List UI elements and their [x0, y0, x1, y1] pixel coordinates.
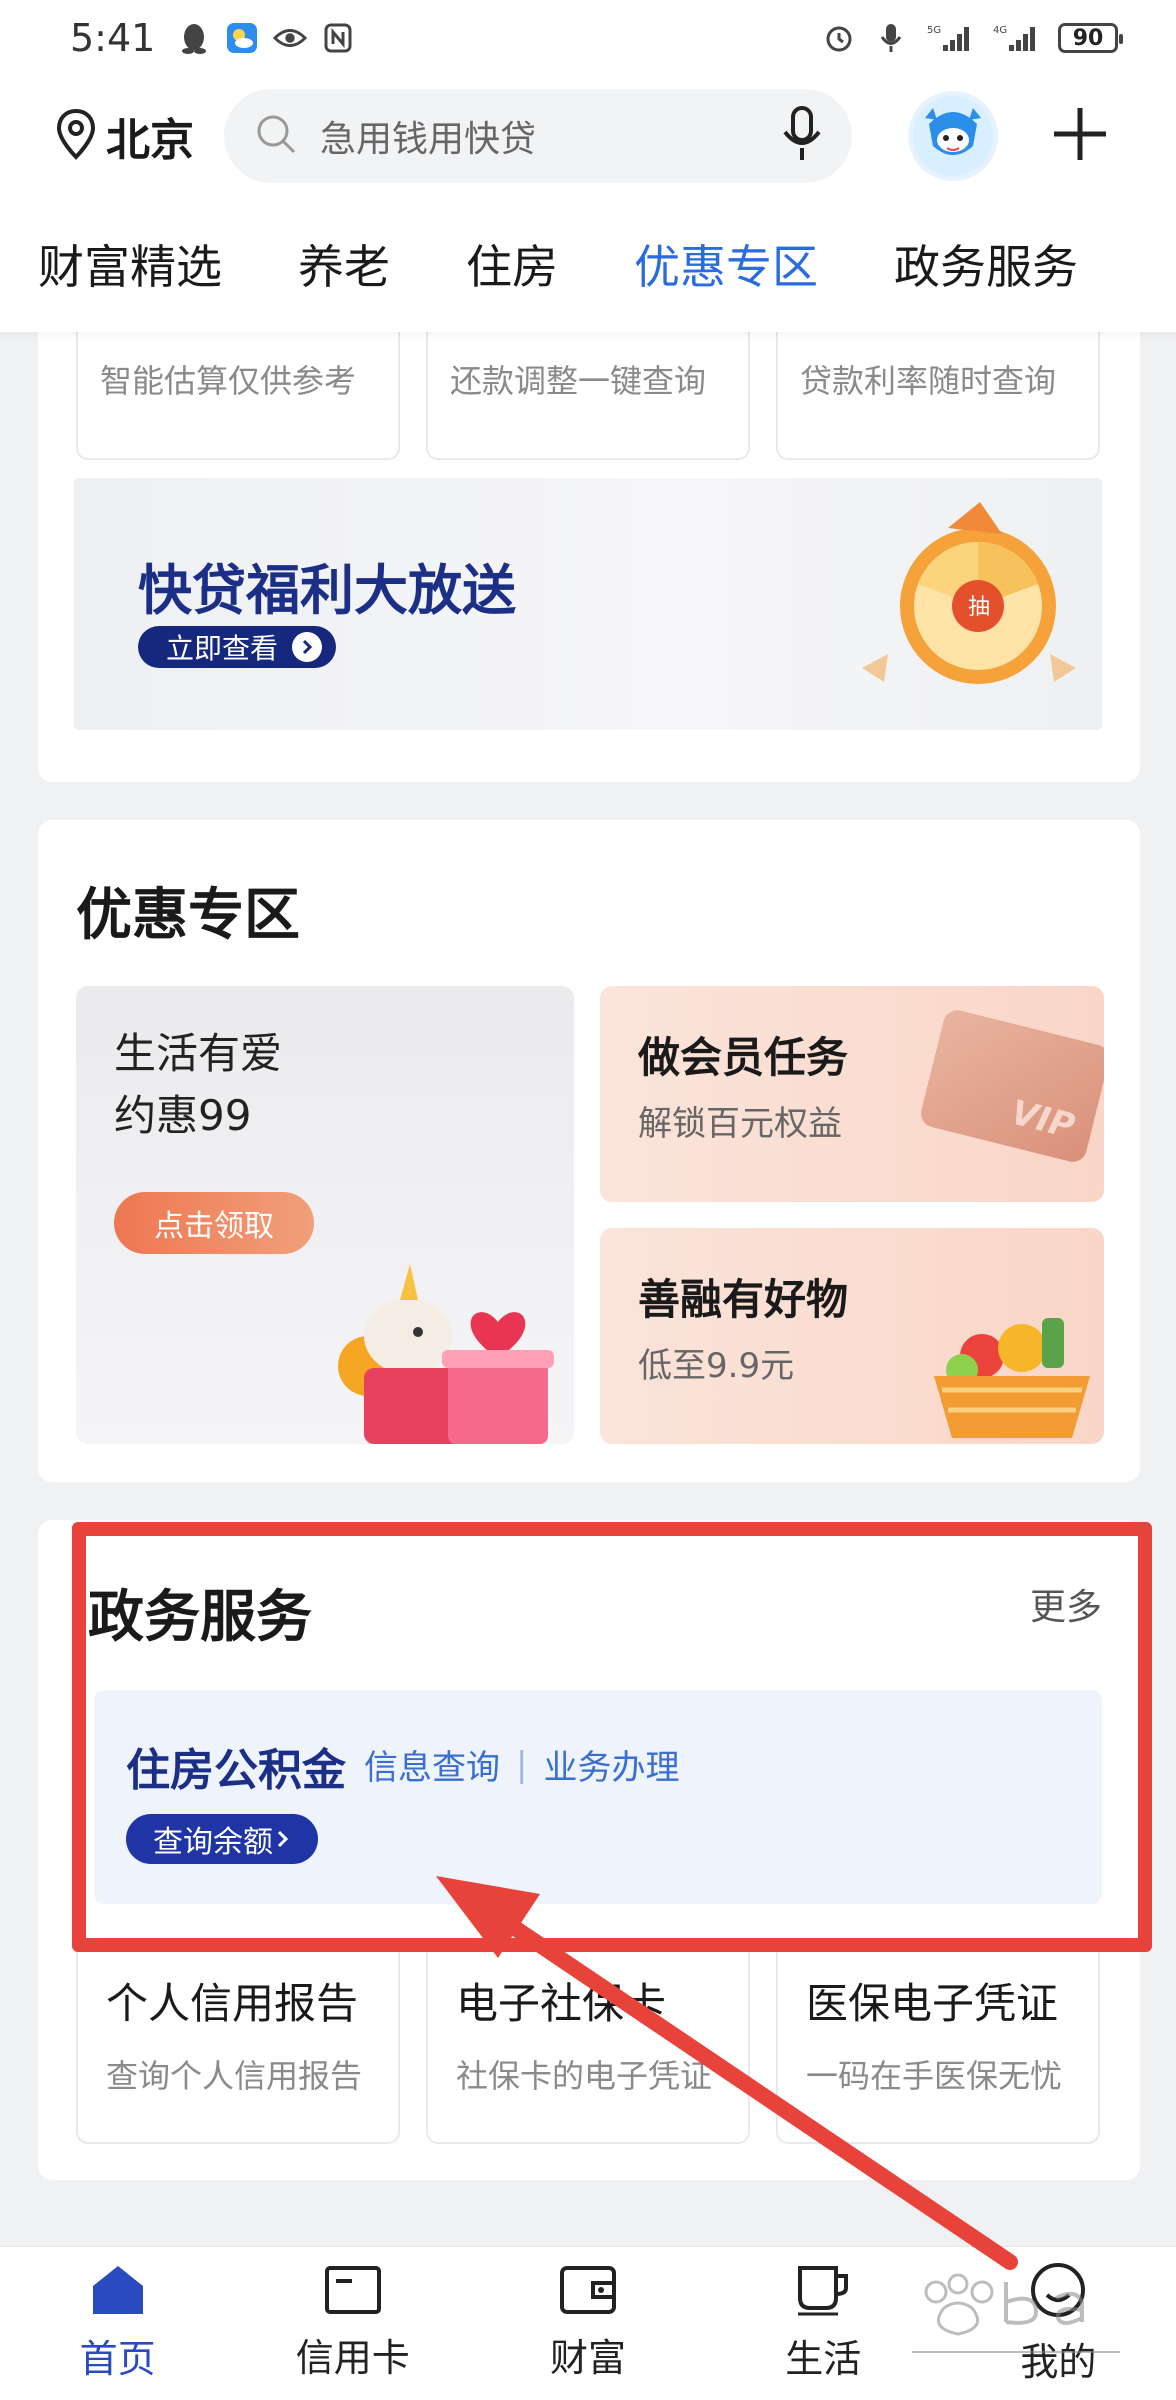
- location-selector[interactable]: 北京: [56, 104, 194, 168]
- category-tabs: 财富精选 养老 住房 优惠专区 政务服务: [0, 196, 1176, 332]
- shop-goods-title: 善融有好物: [638, 1275, 849, 1324]
- chevron-right-icon: [292, 632, 323, 662]
- vip-card-icon: VIP: [918, 1007, 1104, 1165]
- header: 北京 急用钱用快贷: [0, 76, 1176, 196]
- status-bar: 5:41 5G 4G 90: [0, 0, 1176, 76]
- gov-section-title: 政务服务: [88, 1585, 312, 1650]
- status-time: 5:41: [70, 16, 156, 60]
- member-task-subtitle: 解锁百元权益: [638, 1104, 842, 1144]
- credit-report-subtitle: 查询个人信用报告: [106, 2057, 363, 2095]
- medical-insurance-tile[interactable]: 医保电子凭证 一码在手医保无忧: [776, 1940, 1100, 2144]
- banner-title: 快贷福利大放送: [138, 559, 516, 622]
- member-task-card[interactable]: 做会员任务 解锁百元权益 VIP: [600, 986, 1104, 1202]
- loan-tile-label: 贷款利率随时查询: [800, 362, 1057, 400]
- nav-credit-card-label: 信用卡: [295, 2336, 410, 2380]
- nfc-icon: [321, 21, 355, 55]
- shop-goods-subtitle: 低至9.9元: [638, 1346, 795, 1386]
- location-text: 北京: [106, 115, 194, 166]
- wallet-icon: [559, 2265, 617, 2319]
- search-icon: [254, 112, 298, 160]
- battery-icon: 90: [1058, 23, 1123, 53]
- loan-card: 智能估算仅供参考 还款调整一键查询 贷款利率随时查询 快贷福利大放送 立即查看 …: [38, 310, 1140, 782]
- add-button[interactable]: [1050, 106, 1110, 166]
- credit-report-tile[interactable]: 个人信用报告 查询个人信用报告: [76, 1940, 400, 2144]
- claim-button[interactable]: 点击领取: [114, 1192, 314, 1254]
- nav-credit-card[interactable]: 信用卡: [235, 2247, 470, 2400]
- shop-goods-card[interactable]: 善融有好物 低至9.9元: [600, 1228, 1104, 1444]
- baidu-watermark-icon: [912, 2273, 1120, 2353]
- tab-housing[interactable]: 住房: [466, 231, 558, 297]
- signal-4g-icon: 4G: [992, 21, 1040, 55]
- tab-promotions[interactable]: 优惠专区: [634, 231, 818, 297]
- eye-icon: [273, 21, 308, 55]
- social-security-subtitle: 社保卡的电子凭证: [456, 2057, 713, 2095]
- lucky-wheel-icon: 抽: [862, 502, 1076, 684]
- medical-insurance-subtitle: 一码在手医保无忧: [806, 2057, 1063, 2095]
- shopping-basket-icon: [934, 1318, 1090, 1438]
- loan-tile-repay[interactable]: 还款调整一键查询: [426, 310, 750, 460]
- nav-home-label: 首页: [79, 2337, 156, 2381]
- svg-text:4G: 4G: [993, 25, 1007, 36]
- promo-section: 优惠专区 生活有爱 约惠99 点击领取 做会员任务 解锁百元权益 VIP 善融有…: [38, 820, 1140, 1482]
- info-query-link[interactable]: 信息查询: [364, 1740, 500, 1789]
- check-balance-button[interactable]: 查询余额: [126, 1814, 318, 1864]
- nav-life-label: 生活: [785, 2337, 862, 2381]
- loan-tile-rate[interactable]: 贷款利率随时查询: [776, 310, 1100, 460]
- more-link[interactable]: 更多: [1030, 1578, 1102, 1630]
- unicorn-gift-icon: [338, 1264, 554, 1444]
- svg-text:5G: 5G: [927, 25, 941, 36]
- home-icon: [89, 2264, 147, 2320]
- promo-life-subtitle: 约惠99: [114, 1091, 252, 1140]
- alarm-icon: [822, 21, 856, 55]
- housing-fund-title: 住房公积金: [126, 1745, 346, 1796]
- link-separator: |: [516, 1744, 528, 1785]
- tab-pension[interactable]: 养老: [298, 231, 390, 297]
- social-security-card-tile[interactable]: 电子社保卡 社保卡的电子凭证: [426, 1940, 750, 2144]
- tab-gov-services[interactable]: 政务服务: [894, 231, 1078, 297]
- mic-icon: [874, 21, 908, 55]
- nav-wealth[interactable]: 财富: [470, 2247, 705, 2400]
- credit-card-icon: [324, 2265, 382, 2319]
- promo-life-title: 生活有爱: [114, 1029, 283, 1078]
- promo-life-card[interactable]: 生活有爱 约惠99 点击领取: [76, 986, 574, 1444]
- member-task-title: 做会员任务: [638, 1033, 849, 1082]
- loan-tile-label: 智能估算仅供参考: [100, 362, 357, 400]
- chevron-right-icon: [275, 1822, 291, 1857]
- loan-tile-estimate[interactable]: 智能估算仅供参考: [76, 310, 400, 460]
- assistant-mascot-icon[interactable]: [908, 91, 998, 181]
- promo-section-title: 优惠专区: [76, 883, 300, 948]
- cup-icon: [794, 2264, 852, 2320]
- voice-search-icon[interactable]: [782, 106, 822, 166]
- loan-tile-label: 还款调整一键查询: [450, 362, 707, 400]
- nav-wealth-label: 财富: [550, 2336, 627, 2380]
- qq-icon: [177, 21, 211, 55]
- search-placeholder: 急用钱用快贷: [320, 119, 537, 160]
- housing-fund-card[interactable]: 住房公积金 信息查询 | 业务办理 查询余额: [94, 1690, 1102, 1904]
- svg-text:抽: 抽: [968, 595, 990, 620]
- loan-promo-banner[interactable]: 快贷福利大放送 立即查看 抽: [74, 478, 1102, 730]
- view-now-label: 立即查看: [166, 632, 279, 665]
- location-pin-icon: [56, 108, 96, 164]
- plus-icon: [1052, 106, 1108, 166]
- view-now-button[interactable]: 立即查看: [138, 626, 336, 668]
- tab-wealth[interactable]: 财富精选: [38, 231, 222, 297]
- medical-insurance-title: 医保电子凭证: [806, 1979, 1059, 2028]
- social-security-title: 电子社保卡: [456, 1979, 667, 2028]
- credit-report-title: 个人信用报告: [106, 1979, 359, 2028]
- signal-5g-icon: 5G: [926, 21, 974, 55]
- nav-home[interactable]: 首页: [0, 2247, 235, 2400]
- search-input[interactable]: 急用钱用快贷: [224, 89, 852, 183]
- weather-icon: [225, 21, 259, 55]
- gov-services-section: 政务服务 更多 住房公积金 信息查询 | 业务办理 查询余额 个人信用报告 查询…: [38, 1520, 1140, 2180]
- business-handle-link[interactable]: 业务办理: [543, 1740, 679, 1789]
- check-balance-label: 查询余额: [153, 1825, 273, 1860]
